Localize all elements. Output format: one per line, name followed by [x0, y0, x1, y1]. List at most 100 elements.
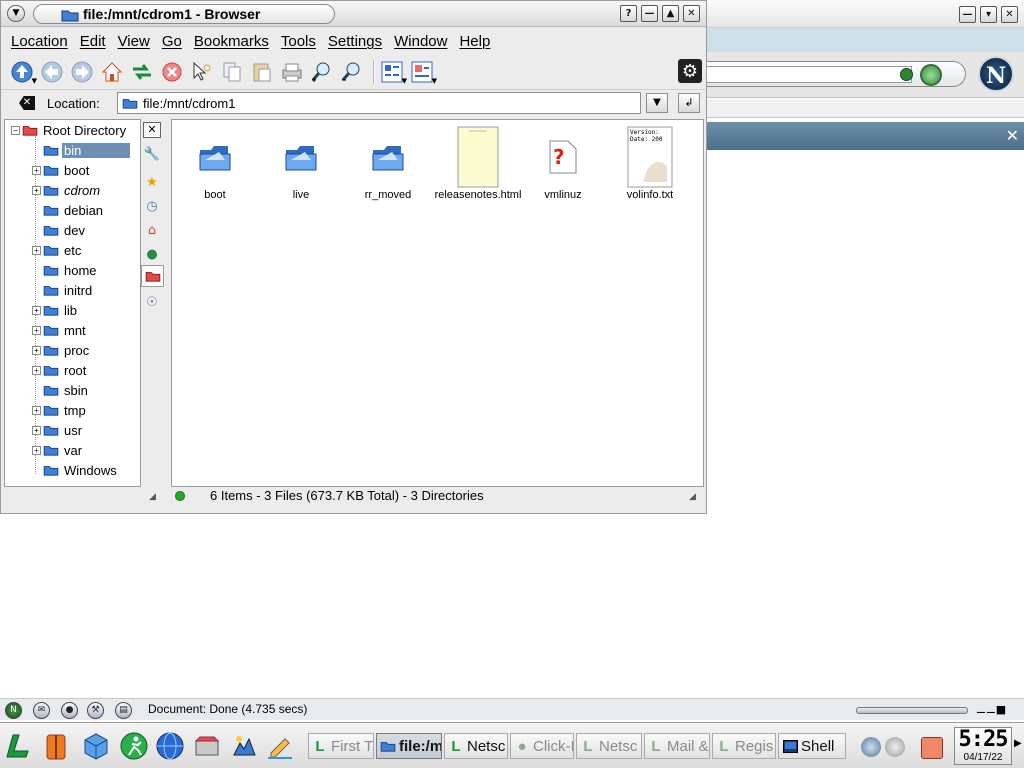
menu-help[interactable]: Help — [453, 31, 496, 55]
tree-item-boot[interactable]: + boot — [32, 161, 91, 179]
life-vest-icon[interactable] — [40, 730, 72, 762]
go-icon[interactable] — [900, 68, 913, 81]
netscape-logo[interactable]: N — [978, 56, 1014, 92]
tree-item-var[interactable]: + var — [32, 441, 84, 459]
help-icon[interactable]: ? — [620, 5, 637, 22]
forward-button[interactable] — [69, 59, 95, 85]
menu-view[interactable]: View — [112, 31, 156, 55]
tree-item-dev[interactable]: dev — [32, 221, 87, 239]
resize-grip-icon[interactable]: ◢ — [149, 492, 159, 502]
icon-view-button[interactable]: ▼ — [379, 59, 407, 85]
file-view[interactable]: boot live rr_moved releasenotes.html ? v… — [171, 119, 704, 487]
copy-button[interactable] — [219, 59, 245, 85]
menu-edit[interactable]: Edit — [74, 31, 112, 55]
runner-icon[interactable] — [118, 730, 150, 762]
preview-button[interactable]: ▼ — [409, 59, 437, 85]
file-item-vmlinuz[interactable]: ? vmlinuz — [518, 126, 608, 201]
zoom-in-button[interactable] — [309, 59, 335, 85]
expand-icon[interactable]: + — [32, 345, 41, 355]
task-netscape-2[interactable]: L Netsc — [576, 733, 642, 759]
address-book-icon[interactable]: ▤ — [115, 702, 132, 719]
tree-item-bin[interactable]: bin — [32, 141, 130, 159]
mail-icon[interactable]: ✉ — [33, 702, 50, 719]
location-input[interactable] — [143, 95, 623, 111]
maximize-icon[interactable]: ▲ — [662, 5, 679, 22]
close-icon[interactable]: ✕ — [1001, 6, 1018, 23]
file-item-boot[interactable]: boot — [170, 126, 260, 201]
power-icon[interactable] — [921, 737, 943, 759]
close-icon[interactable]: ✕ — [1006, 126, 1019, 145]
file-item-live[interactable]: live — [256, 126, 346, 201]
file-item-volinfo[interactable]: Version: Date: 200 volinfo.txt — [605, 126, 695, 201]
collapse-icon[interactable]: − — [11, 125, 20, 135]
tree-item-lib[interactable]: + lib — [32, 301, 79, 319]
tree-item-root[interactable]: + root — [32, 361, 88, 379]
games-icon[interactable] — [228, 730, 260, 762]
paste-button[interactable] — [249, 59, 275, 85]
menu-window[interactable]: Window — [388, 31, 453, 55]
task-register[interactable]: L Regis — [712, 733, 776, 759]
expand-icon[interactable]: + — [32, 325, 41, 335]
maximize-icon[interactable]: ▾ — [980, 6, 997, 23]
resize-grip-icon[interactable]: ◢ — [689, 492, 699, 502]
expand-icon[interactable]: + — [32, 165, 41, 175]
stop-button[interactable] — [159, 59, 185, 85]
edit-pencil-icon[interactable] — [264, 730, 296, 762]
cube-icon[interactable] — [80, 730, 112, 762]
tree-item-mnt[interactable]: + mnt — [32, 321, 88, 339]
expand-icon[interactable]: + — [32, 305, 41, 315]
services-tab-icon[interactable]: 🔧 — [141, 143, 163, 165]
media-tab-icon[interactable]: ☉ — [141, 291, 163, 313]
go-button[interactable]: ↲ — [678, 93, 700, 113]
expand-icon[interactable]: + — [32, 365, 41, 375]
tree-item-home[interactable]: home — [32, 261, 99, 279]
expand-icon[interactable]: + — [32, 425, 41, 435]
close-icon[interactable]: ✕ — [683, 5, 700, 22]
close-sidebar-icon[interactable]: ✕ — [143, 122, 161, 138]
tree-item-debian[interactable]: debian — [32, 201, 105, 219]
home-icon[interactable]: ⌂ — [141, 219, 163, 241]
task-mail[interactable]: L Mail & — [644, 733, 710, 759]
reload-button[interactable] — [129, 59, 155, 85]
expand-icon[interactable]: + — [32, 245, 41, 255]
menu-bookmarks[interactable]: Bookmarks — [188, 31, 275, 55]
netscape-url-input[interactable] — [706, 66, 912, 83]
tree-item-etc[interactable]: + etc — [32, 241, 83, 259]
navigator-icon[interactable]: N — [5, 702, 22, 719]
tree-item-sbin[interactable]: sbin — [32, 381, 90, 399]
minimize-icon[interactable]: — — [959, 6, 976, 23]
tree-item-cdrom[interactable]: + cdrom — [32, 181, 102, 199]
network-tray-icon[interactable] — [885, 737, 905, 757]
clock[interactable]: 5:25 04/17/22 — [954, 727, 1012, 765]
expand-icon[interactable]: + — [32, 445, 41, 455]
tools-icon[interactable]: ⚒ — [87, 702, 104, 719]
file-item-releasenotes[interactable]: releasenotes.html — [433, 126, 523, 201]
file-item-rr-moved[interactable]: rr_moved — [343, 126, 433, 201]
search-icon[interactable] — [920, 64, 942, 86]
expand-icon[interactable]: + — [32, 405, 41, 415]
task-netscape-1[interactable]: L Netsc — [444, 733, 508, 759]
bookmarks-star-icon[interactable]: ★ — [141, 171, 163, 193]
tree-item-tmp[interactable]: + tmp — [32, 401, 88, 419]
tree-item-windows[interactable]: Windows — [32, 461, 119, 479]
file-cabinet-icon[interactable] — [191, 730, 223, 762]
taskbar-arrow-icon[interactable]: ▶ — [1014, 738, 1022, 749]
composer-icon[interactable]: ● — [61, 702, 78, 719]
volume-icon[interactable] — [861, 737, 881, 757]
up-button[interactable]: ▼ — [9, 59, 37, 85]
history-clock-icon[interactable]: ◷ — [141, 195, 163, 217]
location-input-box[interactable] — [117, 92, 641, 114]
tree-item-proc[interactable]: + proc — [32, 341, 91, 359]
menu-settings[interactable]: Settings — [322, 31, 388, 55]
root-folder-tab-icon[interactable] — [141, 265, 164, 287]
menu-location[interactable]: Location — [5, 31, 74, 55]
menu-tools[interactable]: Tools — [275, 31, 322, 55]
window-menu-icon[interactable]: ▼ — [7, 5, 25, 22]
home-button[interactable] — [99, 59, 125, 85]
tree-item-usr[interactable]: + usr — [32, 421, 84, 439]
location-dropdown-button[interactable]: ▼ — [646, 93, 668, 113]
menu-go[interactable]: Go — [156, 31, 188, 55]
globe-icon[interactable] — [154, 730, 186, 762]
task-click-it[interactable]: ● Click-I — [510, 733, 574, 759]
minimize-icon[interactable]: — — [641, 5, 658, 22]
